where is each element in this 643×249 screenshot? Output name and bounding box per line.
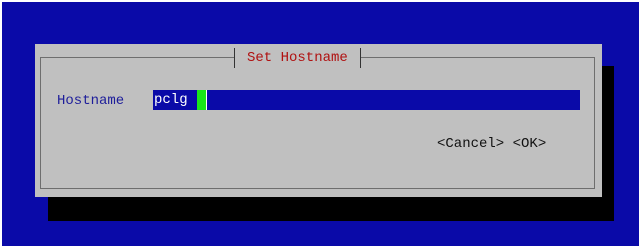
set-hostname-dialog: Set Hostname Hostname pclg <Cancel> <OK> xyxy=(35,44,602,197)
ok-button[interactable]: <OK> xyxy=(513,136,547,152)
text-cursor-edge xyxy=(206,90,207,110)
hostname-input-value: pclg xyxy=(154,92,188,108)
hostname-label: Hostname xyxy=(57,93,125,109)
text-cursor xyxy=(197,90,206,110)
hostname-input[interactable]: pclg xyxy=(153,90,580,110)
cancel-button[interactable]: <Cancel> xyxy=(437,136,504,152)
title-right-divider xyxy=(359,48,361,68)
dialog-buttons: <Cancel> <OK> xyxy=(437,134,546,154)
dialog-title: Set Hostname xyxy=(234,48,361,68)
title-left-divider xyxy=(234,48,235,68)
dialog-frame xyxy=(40,57,595,189)
dialog-title-text: Set Hostname xyxy=(247,50,348,66)
